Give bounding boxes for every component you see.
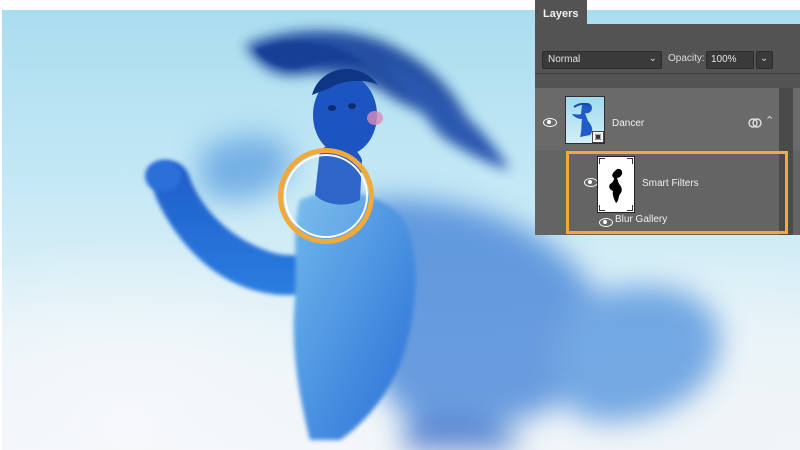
blend-mode-select[interactable]: Normal ⌄ (542, 51, 662, 69)
layers-tab-label: Layers (543, 8, 579, 20)
chevron-up-icon[interactable]: ⌃ (765, 114, 774, 127)
smart-filters-highlight-box (566, 151, 788, 234)
layer-name-dancer: Dancer (612, 118, 645, 129)
blend-mode-value: Normal (548, 54, 581, 65)
opacity-label: Opacity: (668, 53, 705, 64)
opacity-input[interactable]: 100% (706, 51, 754, 69)
opacity-value: 100% (711, 54, 737, 65)
eye-icon[interactable] (543, 118, 557, 127)
chevron-down-icon: ⌄ (648, 53, 657, 64)
link-icon[interactable] (747, 117, 763, 129)
opacity-dropdown-button[interactable]: ⌄ (756, 51, 773, 69)
layer-row-dancer[interactable]: ▣ Dancer ⌃ (535, 88, 800, 150)
smart-object-badge-icon: ▣ (592, 131, 604, 143)
layer-thumbnail: ▣ (565, 96, 605, 144)
focus-highlight-inner-ring (284, 154, 368, 238)
layers-toolbar: Normal ⌄ Opacity: 100% ⌄ (535, 24, 800, 74)
chevron-down-icon: ⌄ (760, 53, 769, 64)
